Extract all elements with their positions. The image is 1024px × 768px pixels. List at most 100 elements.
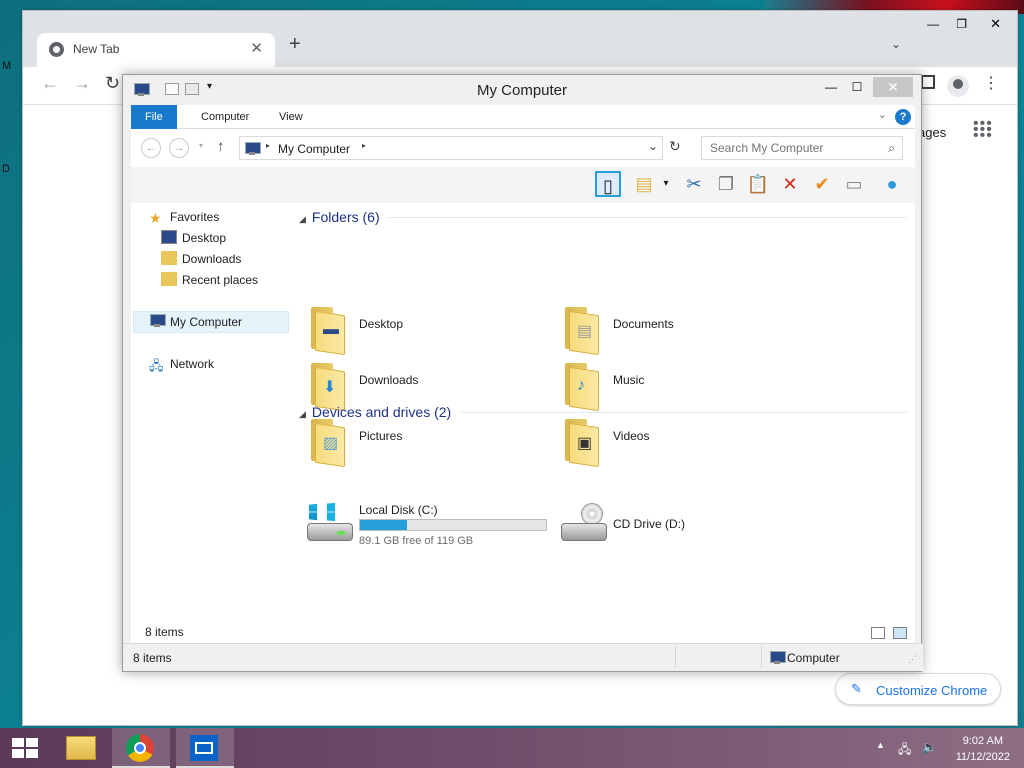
drive-free-space: 89.1 GB free of 119 GB xyxy=(359,535,474,547)
tab-file[interactable]: File xyxy=(131,105,177,129)
back-arrow-icon[interactable]: ← xyxy=(41,73,59,94)
clock[interactable]: 9:02 AM 11/12/2022 xyxy=(956,733,1010,765)
search-icon[interactable]: ⌕ xyxy=(888,141,895,156)
chrome-tab[interactable]: New Tab ✕ xyxy=(37,33,275,67)
paste-icon[interactable]: 📋 xyxy=(745,171,771,197)
nav-item-downloads[interactable]: Downloads xyxy=(161,249,241,269)
nav-item-recent-places[interactable]: Recent places xyxy=(161,270,258,290)
folder-documents[interactable]: ▤ Documents xyxy=(561,303,811,357)
breadcrumb-chevron-icon[interactable]: ▸ xyxy=(266,141,270,150)
tab-close-icon[interactable]: ✕ xyxy=(250,39,263,57)
maximize-button[interactable]: ❐ xyxy=(956,17,967,31)
computer-icon xyxy=(149,314,166,328)
taskbar: ▲ 🖧 🔈 9:02 AM 11/12/2022 xyxy=(0,728,1024,768)
kebab-menu-icon[interactable]: ⋮ xyxy=(983,73,999,93)
properties-icon[interactable]: ▤ xyxy=(631,171,657,197)
folder-label: Pictures xyxy=(359,429,403,443)
folder-icon: ♪ xyxy=(561,359,601,412)
folder-music[interactable]: ♪ Music xyxy=(561,359,811,413)
customize-chrome-button[interactable]: ✎ Customize Chrome xyxy=(835,673,1001,705)
refresh-icon[interactable]: ↻ xyxy=(669,138,681,155)
drive-local-disk-c[interactable]: Local Disk (C:) 89.1 GB free of 119 GB xyxy=(307,501,557,555)
nav-item-my-computer[interactable]: My Computer xyxy=(149,312,242,332)
group-title: Folders (6) xyxy=(311,209,380,225)
recent-places-icon xyxy=(161,272,177,286)
network-globe-icon[interactable]: ● xyxy=(879,171,905,197)
navigation-pane: ★ Favorites Desktop Downloads Recent plac… xyxy=(131,203,291,643)
cd-drive-icon xyxy=(561,503,607,543)
breadcrumb-chevron-icon[interactable]: ▸ xyxy=(362,141,366,150)
drive-usage-bar xyxy=(359,519,547,531)
folder-pictures[interactable]: ▨ Pictures xyxy=(307,415,557,469)
folder-icon xyxy=(66,736,96,760)
preview-pane-icon[interactable]: ▯ xyxy=(595,171,621,197)
group-header-folders[interactable]: ◢ Folders (6) xyxy=(299,209,380,225)
up-arrow-icon[interactable]: ↑ xyxy=(217,138,225,155)
volume-icon[interactable]: 🔈 xyxy=(922,740,937,754)
desktop-icon xyxy=(161,230,177,244)
taskbar-file-explorer[interactable] xyxy=(52,728,110,768)
apps-grid-icon[interactable]: ••• ••• ••• xyxy=(973,116,993,144)
group-header-devices[interactable]: ◢ Devices and drives (2) xyxy=(299,404,451,420)
group-divider xyxy=(461,412,907,413)
ribbon: File Computer View ⌄ ? xyxy=(131,105,915,129)
reload-icon[interactable]: ↻ xyxy=(105,73,120,94)
images-link[interactable]: ages xyxy=(918,125,946,140)
folder-desktop[interactable]: ▬ Desktop xyxy=(307,303,557,357)
checkmark-icon[interactable]: ✔ xyxy=(809,171,835,197)
search-input[interactable] xyxy=(702,137,877,159)
tab-view[interactable]: View xyxy=(265,105,317,129)
collapse-triangle-icon[interactable]: ◢ xyxy=(299,409,306,419)
taskbar-mail[interactable] xyxy=(176,728,234,768)
nav-item-favorites[interactable]: ★ Favorites xyxy=(149,207,219,227)
forward-arrow-icon[interactable]: → xyxy=(169,138,189,158)
large-icons-view-icon[interactable] xyxy=(893,627,907,639)
help-icon[interactable]: ? xyxy=(895,109,911,125)
computer-icon xyxy=(244,142,261,155)
collapse-triangle-icon[interactable]: ◢ xyxy=(299,214,306,224)
nav-item-network[interactable]: 🖧 Network xyxy=(149,354,214,374)
drive-cd-d[interactable]: CD Drive (D:) xyxy=(561,501,811,555)
expand-ribbon-chevron-icon[interactable]: ⌄ xyxy=(878,108,887,121)
folder-icon: ▣ xyxy=(561,415,601,468)
close-button[interactable]: ✕ xyxy=(873,77,913,97)
nav-label: Desktop xyxy=(182,231,227,245)
details-view-icon[interactable] xyxy=(871,627,885,639)
close-button[interactable]: ✕ xyxy=(990,16,1001,32)
profile-avatar[interactable] xyxy=(947,75,969,97)
folder-label: Downloads xyxy=(359,373,419,387)
drive-label: Local Disk (C:) xyxy=(359,503,438,517)
chrome-icon xyxy=(49,42,64,57)
search-box[interactable]: ⌕ xyxy=(701,136,903,160)
copy-icon[interactable]: ❐ xyxy=(713,171,739,197)
minimize-button[interactable]: — xyxy=(927,17,939,31)
back-arrow-icon[interactable]: ← xyxy=(141,138,161,158)
address-text[interactable]: My Computer xyxy=(278,142,350,156)
tab-computer[interactable]: Computer xyxy=(187,105,263,129)
maximize-button[interactable]: ☐ xyxy=(837,77,877,97)
nav-item-desktop[interactable]: Desktop xyxy=(161,228,226,248)
forward-arrow-icon[interactable]: → xyxy=(73,73,91,94)
item-count: 8 items xyxy=(145,625,184,639)
side-panel-icon[interactable] xyxy=(921,75,935,89)
delete-icon[interactable]: ✕ xyxy=(777,171,803,197)
recent-locations-chevron-icon[interactable]: ▾ xyxy=(199,141,203,150)
status-item-count: 8 items xyxy=(133,651,172,665)
window-title: My Computer xyxy=(476,82,568,99)
cut-icon[interactable]: ✂ xyxy=(681,171,707,197)
rename-icon[interactable]: ▭ xyxy=(841,171,867,197)
folder-videos[interactable]: ▣ Videos xyxy=(561,415,811,469)
properties-chevron-icon[interactable]: ▾ xyxy=(659,171,673,197)
taskbar-chrome[interactable] xyxy=(112,728,170,768)
start-button[interactable] xyxy=(0,728,50,768)
star-icon: ★ xyxy=(149,210,162,226)
status-bar: 8 items Computer ⋰ xyxy=(123,643,923,671)
address-dropdown-chevron-icon[interactable]: ⌄ xyxy=(648,139,658,153)
network-tray-icon[interactable]: 🖧 xyxy=(898,740,911,761)
chrome-icon xyxy=(126,734,154,762)
tab-search-chevron-icon[interactable]: ⌄ xyxy=(891,37,901,51)
show-hidden-icons-chevron-icon[interactable]: ▲ xyxy=(876,740,885,750)
new-tab-button[interactable]: + xyxy=(289,33,301,56)
address-bar[interactable]: ▸ My Computer ▸ ⌄ xyxy=(239,136,663,160)
resize-grip-icon[interactable]: ⋰ xyxy=(908,654,917,665)
